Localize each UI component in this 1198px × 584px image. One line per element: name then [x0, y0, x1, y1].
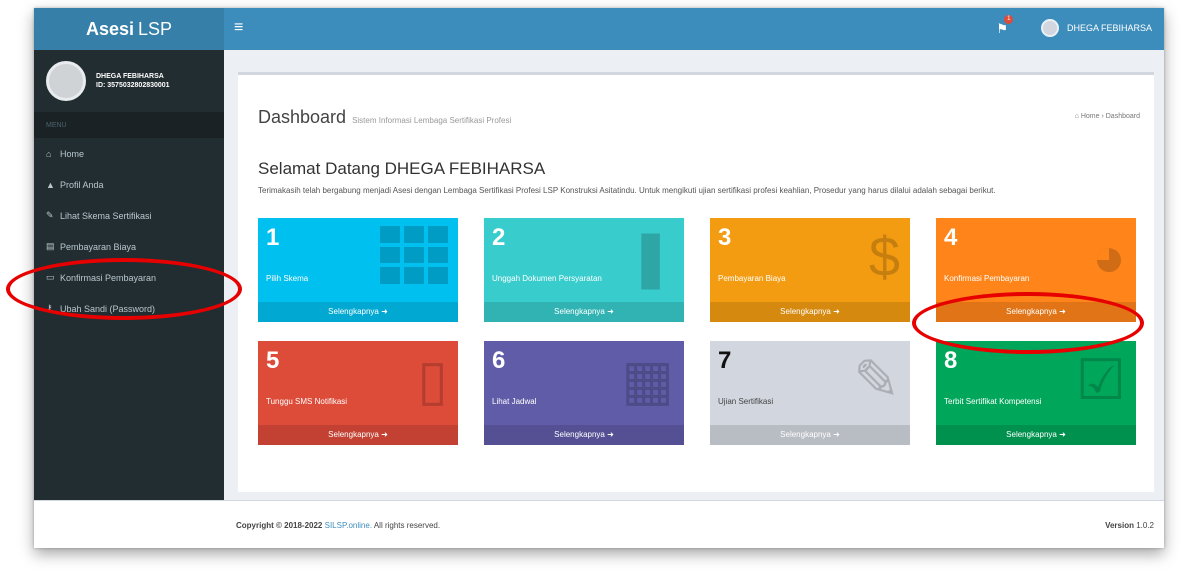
tile-number: 2 [492, 224, 506, 251]
tile-number: 3 [718, 224, 732, 251]
tile-more-link[interactable]: Selengkapnya ➜ [484, 425, 684, 445]
user-icon: ▲ [46, 179, 55, 190]
version-number: 1.0.2 [1136, 521, 1154, 530]
notification-icon[interactable]: ⚑ 1 [996, 15, 1014, 37]
tile-certificate[interactable]: ☑ 8 Terbit Sertifikat Kompetensi Selengk… [936, 341, 1136, 445]
tile-number: 5 [266, 347, 280, 374]
more-label: Selengkapnya [328, 430, 379, 439]
tile-label: Tunggu SMS Notifikasi [266, 397, 348, 406]
user-panel-name: DHEGA FEBIHARSA [96, 73, 164, 80]
sidebar-item-label: Pembayaran Biaya [60, 241, 137, 252]
sidebar-item-label: Profil Anda [60, 179, 104, 190]
tile-number: 7 [718, 347, 732, 374]
pie-chart-icon: ◕ [1092, 225, 1126, 288]
tile-more-link[interactable]: Selengkapnya ➜ [258, 425, 458, 445]
app-logo[interactable]: Asesi LSP [34, 8, 224, 50]
calendar-icon: ▦ [621, 348, 674, 411]
tile-payment[interactable]: $ 3 Pembayaran Biaya Selengkapnya ➜ [710, 218, 910, 322]
tile-label: Ujian Sertifikasi [718, 397, 774, 406]
highlight-ellipse-tile [912, 292, 1144, 354]
tile-view-schedule[interactable]: ▦ 6 Lihat Jadwal Selengkapnya ➜ [484, 341, 684, 445]
more-label: Selengkapnya [780, 307, 831, 316]
tile-exam[interactable]: ✎ 7 Ujian Sertifikasi Selengkapnya ➜ [710, 341, 910, 445]
tile-label: Unggah Dokumen Persyaratan [492, 274, 602, 283]
version: Version 1.0.2 [1105, 521, 1154, 530]
tile-more-link[interactable]: Selengkapnya ➜ [710, 425, 910, 445]
more-label: Selengkapnya [1006, 430, 1057, 439]
tile-number: 6 [492, 347, 506, 374]
sidebar-item-profile[interactable]: ▲ Profil Anda [34, 169, 224, 200]
tile-label: Lihat Jadwal [492, 397, 537, 406]
tile-label: Pilih Skema [266, 274, 309, 283]
more-label: Selengkapnya [328, 307, 379, 316]
sidebar-item-home[interactable]: ⌂ Home [34, 138, 224, 169]
footer: Copyright © 2018-2022 SILSP.online. All … [34, 500, 1164, 548]
breadcrumb: ⌂ Home › Dashboard [1074, 113, 1140, 120]
tile-choose-scheme[interactable]: 1 Pilih Skema Selengkapnya ➜ [258, 218, 458, 322]
page-title: Dashboard Sistem Informasi Lembaga Sertif… [258, 107, 511, 128]
tile-more-link[interactable]: Selengkapnya ➜ [710, 302, 910, 322]
page-title-text: Dashboard [258, 107, 347, 127]
user-panel: DHEGA FEBIHARSA ID: 357503280283000​1 [34, 50, 224, 112]
tile-wait-sms[interactable]: ▯ 5 Tunggu SMS Notifikasi Selengkapnya ➜ [258, 341, 458, 445]
copyright: Copyright © 2018-2022 SILSP.online. All … [236, 521, 440, 530]
dollar-icon: $ [868, 225, 900, 288]
tile-number: 1 [266, 224, 280, 251]
logo-bold: Asesi [85, 18, 134, 39]
breadcrumb-current: Dashboard [1105, 113, 1140, 120]
avatar [1040, 19, 1059, 37]
sidebar-item-label: Lihat Skema Sertifikasi [60, 210, 152, 221]
bookmark-icon: ❚ [627, 225, 674, 288]
home-icon: ⌂ [46, 148, 52, 159]
copyright-prefix: Copyright © 2018-2022 [236, 521, 323, 530]
edit-icon: ✎ [46, 210, 54, 220]
tile-number: 4 [944, 224, 958, 251]
content-wrapper: Dashboard Sistem Informasi Lembaga Sertif… [224, 50, 1164, 500]
site-link[interactable]: SILSP.online. [325, 521, 372, 530]
tile-upload-documents[interactable]: ❚ 2 Unggah Dokumen Persyaratan Selengkap… [484, 218, 684, 322]
logo-rest: LSP [138, 18, 173, 39]
welcome-heading: Selamat Datang DHEGA FEBIHARSA [258, 159, 546, 178]
tile-label: Pembayaran Biaya [718, 274, 786, 283]
more-label: Selengkapnya [780, 430, 831, 439]
user-panel-id: ID: 357503280283000​1 [96, 82, 170, 89]
tile-label: Terbit Sertifikat Kompetensi [944, 397, 1042, 406]
tile-number: 8 [944, 347, 958, 374]
sidebar-item-scheme[interactable]: ✎ Lihat Skema Sertifikasi [34, 200, 224, 231]
copyright-suffix: All rights reserved. [373, 521, 441, 530]
tile-more-link[interactable]: Selengkapnya ➜ [936, 425, 1136, 445]
document-icon: ▤ [46, 241, 55, 251]
mobile-icon: ▯ [417, 348, 448, 411]
user-name: DHEGA FEBIHARSA [1066, 23, 1152, 33]
intro-text: Terimakasih telah bergabung menjadi Ases… [258, 186, 996, 195]
user-menu[interactable]: DHEGA FEBIHARSA [1040, 19, 1152, 37]
highlight-ellipse-sidebar [6, 258, 242, 320]
tile-more-link[interactable]: Selengkapnya ➜ [258, 302, 458, 322]
check-icon: ☑ [1075, 348, 1126, 411]
grid-icon [380, 226, 448, 284]
dashboard-box: Dashboard Sistem Informasi Lembaga Sertif… [238, 72, 1154, 492]
edit-icon: ✎ [853, 348, 900, 411]
avatar [46, 61, 86, 101]
tile-label: Konfirmasi Pembayaran [944, 274, 1030, 283]
more-label: Selengkapnya [554, 307, 605, 316]
menu-toggle-icon[interactable]: ≡ [234, 19, 243, 37]
breadcrumb-home[interactable]: Home [1081, 113, 1100, 120]
more-label: Selengkapnya [554, 430, 605, 439]
sidebar-item-label: Home [60, 148, 85, 159]
top-navbar: ≡ ⚑ 1 DHEGA FEBIHARSA [224, 8, 1164, 50]
notification-badge: 1 [1004, 15, 1014, 24]
page-subtitle: Sistem Informasi Lembaga Sertifikasi Pro… [352, 116, 512, 125]
tile-more-link[interactable]: Selengkapnya ➜ [484, 302, 684, 322]
version-label: Version [1105, 521, 1134, 530]
sidebar-header: MENU [34, 112, 224, 138]
